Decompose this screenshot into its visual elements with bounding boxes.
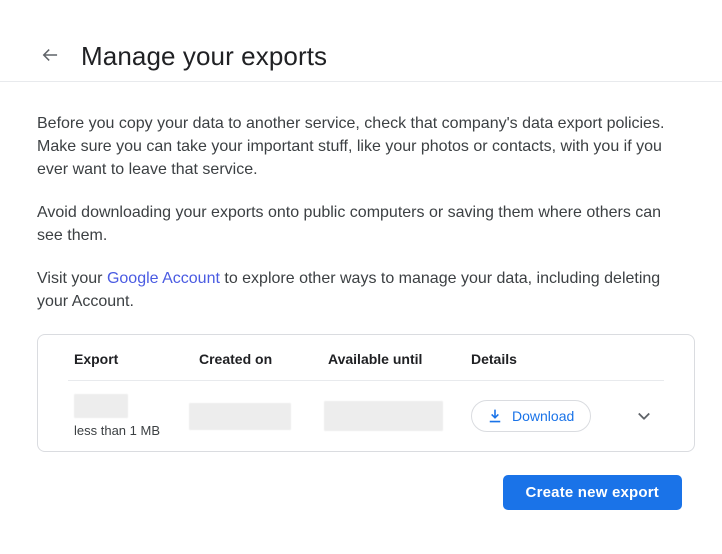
created-on-cell (199, 403, 328, 430)
created-on-redacted (189, 403, 291, 430)
available-until-redacted (324, 401, 443, 431)
column-header-export: Export (74, 351, 199, 367)
page-title: Manage your exports (81, 41, 327, 72)
column-header-created-on: Created on (199, 351, 328, 367)
main-content: Before you copy your data to another ser… (0, 112, 722, 510)
expand-row-button[interactable] (632, 404, 656, 428)
back-button[interactable] (38, 45, 62, 69)
export-name-redacted (74, 394, 128, 418)
intro-paragraph-1: Before you copy your data to another ser… (37, 112, 685, 181)
column-header-available-until: Available until (328, 351, 471, 367)
exports-table-card: Export Created on Available until Detail… (37, 334, 695, 452)
table-header-row: Export Created on Available until Detail… (74, 351, 658, 367)
intro-paragraph-3: Visit your Google Account to explore oth… (37, 267, 685, 313)
google-account-link[interactable]: Google Account (107, 270, 220, 287)
export-name-cell: less than 1 MB (74, 394, 199, 438)
chevron-down-icon (633, 405, 655, 427)
intro-paragraph-3-prefix: Visit your (37, 270, 107, 287)
download-button-label: Download (512, 408, 574, 424)
arrow-left-icon (40, 45, 60, 68)
details-cell: Download (471, 400, 628, 432)
intro-text: Before you copy your data to another ser… (37, 112, 685, 313)
footer-actions: Create new export (0, 475, 682, 510)
page-header: Manage your exports (0, 0, 722, 82)
column-header-details: Details (471, 351, 658, 367)
available-until-cell (328, 401, 471, 431)
create-new-export-button[interactable]: Create new export (503, 475, 682, 510)
export-size-label: less than 1 MB (74, 423, 160, 438)
intro-paragraph-2: Avoid downloading your exports onto publ… (37, 201, 685, 247)
table-row: less than 1 MB Download (38, 381, 694, 451)
download-icon (486, 407, 504, 425)
download-button[interactable]: Download (471, 400, 591, 432)
